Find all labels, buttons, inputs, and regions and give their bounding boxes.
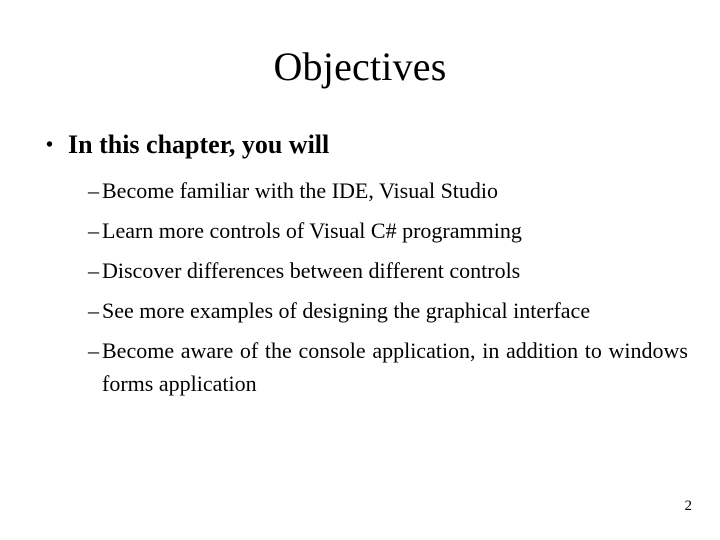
dash-bullet-icon: – — [88, 298, 99, 323]
bullet-dot-icon: • — [46, 134, 54, 156]
dash-bullet-icon: – — [88, 258, 99, 283]
bullet-level2-item: – See more examples of designing the gra… — [40, 294, 688, 327]
bullet-level2-item: – Become familiar with the IDE, Visual S… — [40, 174, 688, 207]
bullet-level1-label: In this chapter, you will — [68, 130, 330, 159]
bullet-level2-item: – Discover differences between different… — [40, 254, 688, 287]
bullet-level2-label: Become familiar with the IDE, Visual Stu… — [102, 178, 499, 203]
bullet-level2-label: Become aware of the console application,… — [102, 338, 688, 396]
bullet-level2-label: See more examples of designing the graph… — [102, 298, 591, 323]
dash-bullet-icon: – — [88, 338, 99, 363]
page-number: 2 — [684, 498, 693, 514]
slide-body: • In this chapter, you will – Become fam… — [40, 128, 688, 407]
dash-bullet-icon: – — [88, 218, 99, 243]
bullet-level2-label: Discover differences between different c… — [102, 258, 521, 283]
bullet-level2-label: Learn more controls of Visual C# program… — [102, 218, 522, 243]
bullet-level2-list: – Become familiar with the IDE, Visual S… — [40, 174, 688, 400]
dash-bullet-icon: – — [88, 178, 99, 203]
bullet-level1: • In this chapter, you will — [40, 128, 688, 162]
bullet-level2-item: – Learn more controls of Visual C# progr… — [40, 214, 688, 247]
slide-title: Objectives — [273, 44, 447, 89]
presentation-slide: Objectives • In this chapter, you will –… — [0, 0, 720, 540]
bullet-level2-item: – Become aware of the console applicatio… — [40, 334, 688, 400]
